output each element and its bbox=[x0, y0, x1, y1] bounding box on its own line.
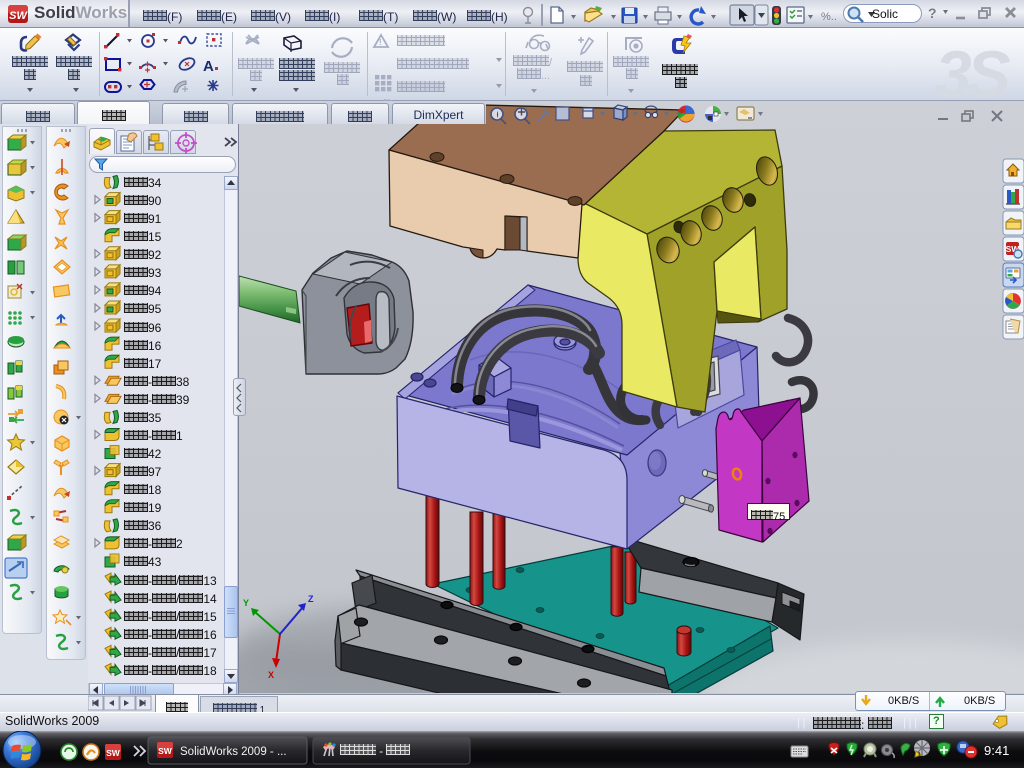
svg-text:9:41: 9:41 bbox=[984, 743, 1009, 758]
svg-text:!: ! bbox=[918, 752, 920, 759]
svg-text:SW: SW bbox=[158, 746, 173, 756]
svg-text:!: ! bbox=[379, 38, 382, 47]
svg-text:SolidWorks 2009 - ...: SolidWorks 2009 - ... bbox=[180, 746, 287, 758]
svg-text:X: X bbox=[268, 670, 274, 680]
svg-text:SW: SW bbox=[106, 748, 121, 758]
svg-text:Z: Z bbox=[308, 594, 314, 604]
svg-text:%..: %.. bbox=[821, 11, 837, 23]
svg-text:Y: Y bbox=[243, 598, 249, 608]
